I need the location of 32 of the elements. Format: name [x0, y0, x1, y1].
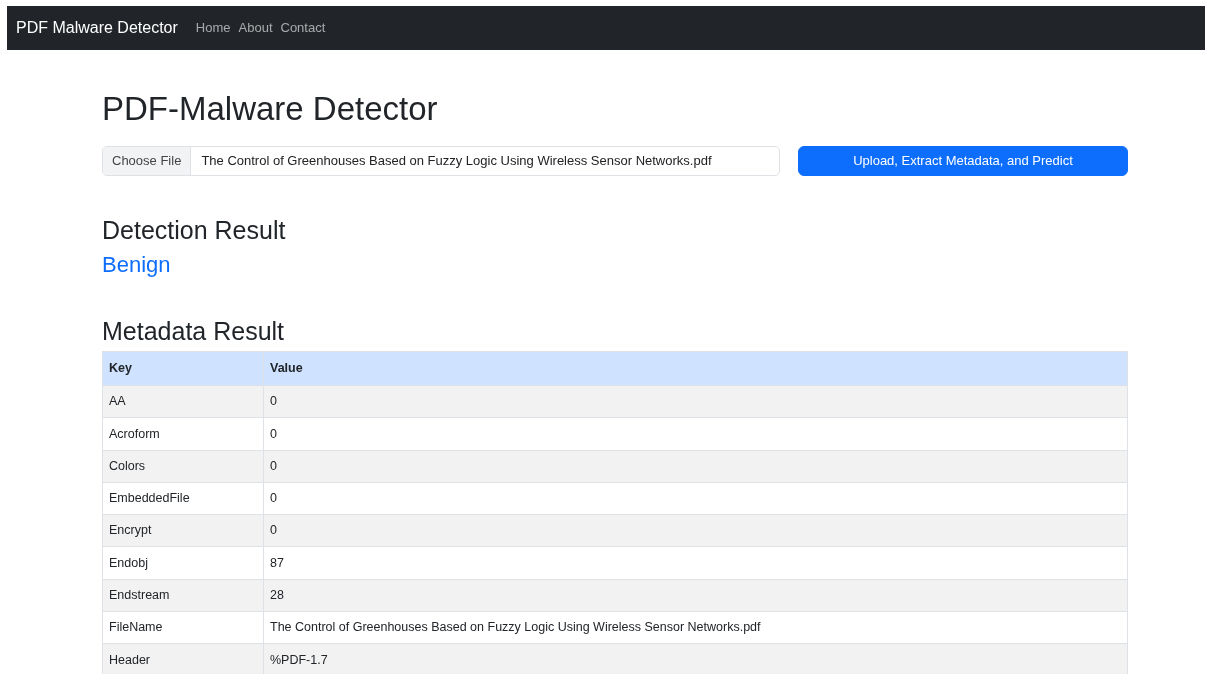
table-cell: 87	[263, 547, 1128, 580]
file-field[interactable]: Choose File The Control of Greenhouses Based on Fuzzy Logic Using Wireless Sensor Networks.pdf	[102, 146, 780, 176]
upload-button[interactable]: Upload, Extract Metadata, and Predict	[798, 146, 1128, 176]
table-cell: Header	[102, 643, 264, 674]
nav-link[interactable]: Contact	[280, 18, 326, 38]
table-cell: 0	[263, 514, 1128, 547]
table-cell: FileName	[102, 611, 264, 644]
detection-result: Benign	[102, 252, 172, 278]
table-cell: Encrypt	[102, 514, 264, 547]
table-cell: 0	[263, 417, 1128, 451]
table-cell: 28	[263, 579, 1128, 612]
section-heading: Detection Result	[102, 215, 287, 246]
table-cell: The Control of Greenhouses Based on Fuzzy Logic Using Wireless Sensor Networks.pdf	[263, 611, 1128, 644]
column-header: Key	[102, 351, 264, 386]
brand-link[interactable]: PDF Malware Detector	[16, 16, 178, 40]
file-name: The Control of Greenhouses Based on Fuzzy Logic Using Wireless Sensor Networks.pdf	[200, 152, 713, 170]
section-heading: Metadata Result	[102, 316, 286, 347]
table-cell: 0	[263, 385, 1128, 418]
page-title: PDF-Malware Detector	[102, 89, 439, 129]
choose-file-button[interactable]: Choose File	[103, 147, 192, 175]
nav-link[interactable]: Home	[195, 18, 231, 38]
table-cell: Acroform	[102, 417, 264, 451]
table-cell: %PDF-1.7	[263, 643, 1128, 674]
table-cell: Colors	[102, 450, 264, 483]
column-header: Value	[263, 351, 1128, 386]
table-cell: AA	[102, 385, 264, 418]
table-cell: Endstream	[102, 579, 264, 612]
table-cell: Endobj	[102, 547, 264, 580]
table-cell: 0	[263, 450, 1128, 483]
table-cell: EmbeddedFile	[102, 482, 264, 515]
table-cell: 0	[263, 482, 1128, 515]
nav-link[interactable]: About	[238, 18, 273, 38]
